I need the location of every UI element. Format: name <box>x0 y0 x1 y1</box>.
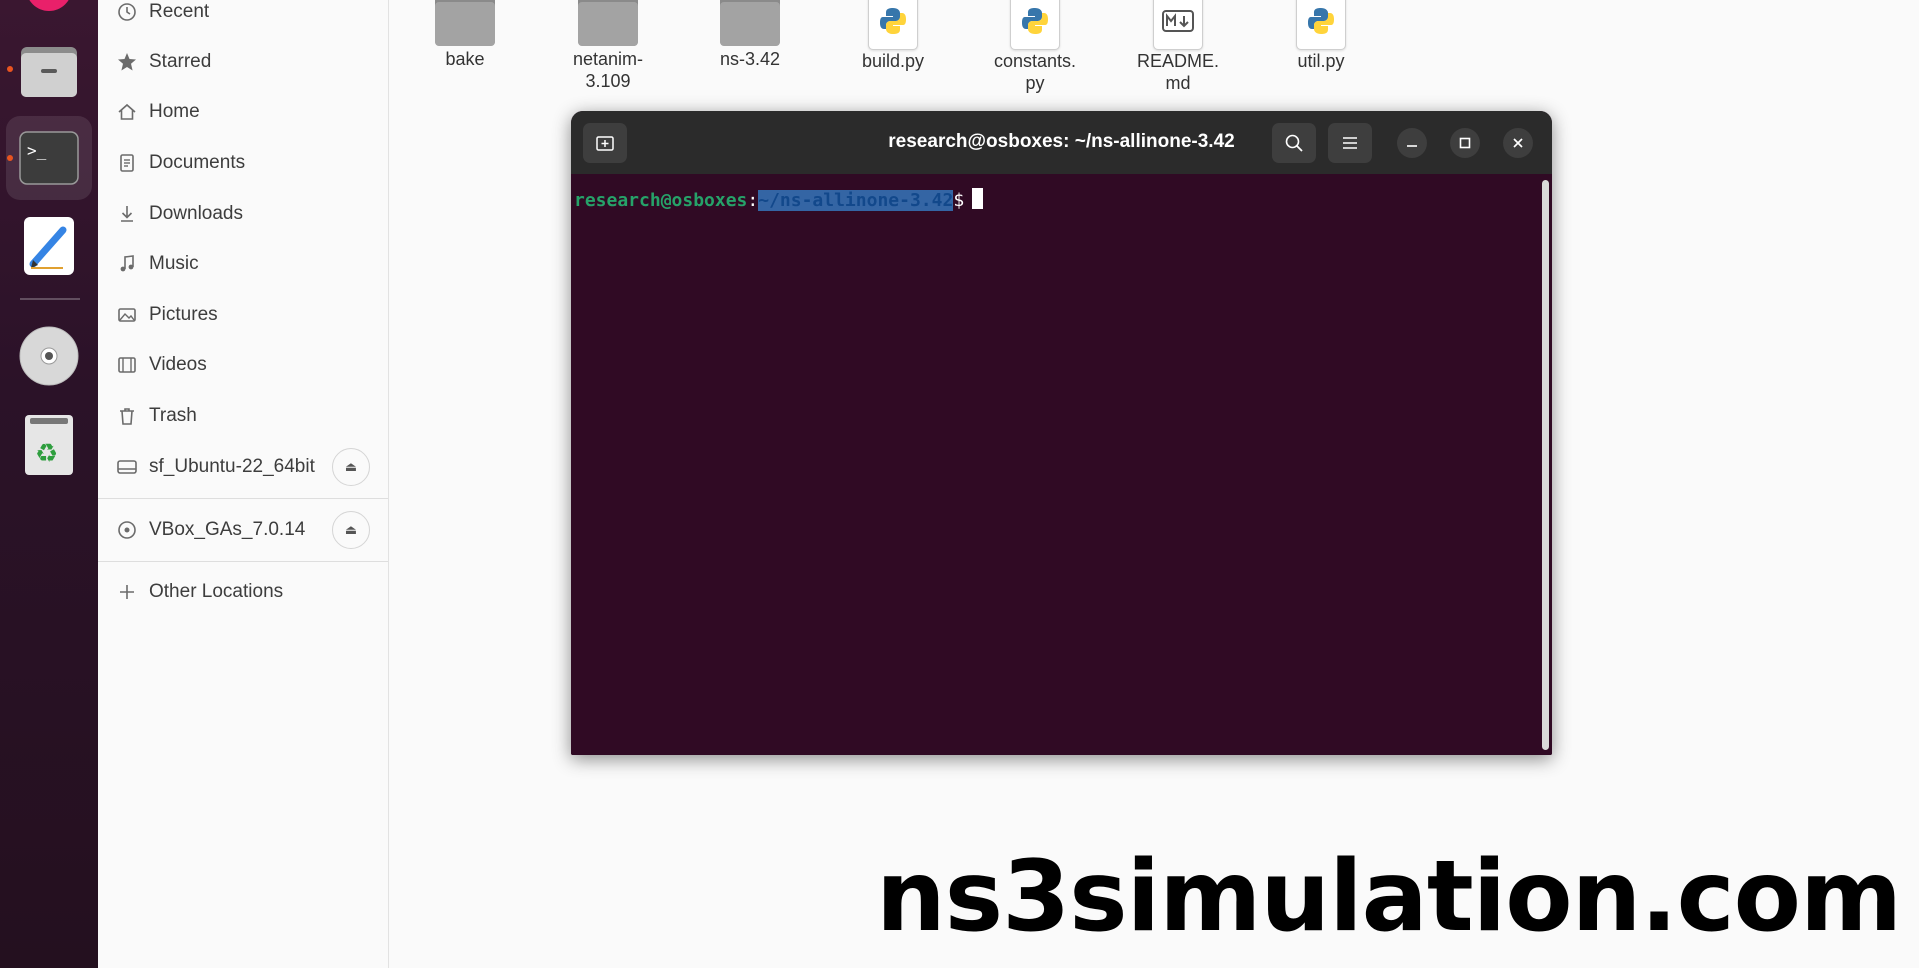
close-button[interactable] <box>1503 128 1533 158</box>
file-item-bake[interactable]: bake <box>405 0 525 70</box>
trash-dock-icon[interactable]: ♻ <box>0 412 98 478</box>
folder-icon <box>577 0 639 48</box>
file-item-util-py[interactable]: util.py <box>1261 0 1381 72</box>
sidebar-item-documents[interactable]: Documents <box>98 141 388 185</box>
file-name: netanim- 3.109 <box>572 49 644 91</box>
text-cursor <box>972 188 984 209</box>
file-item-ns3[interactable]: ns-3.42 <box>690 0 810 70</box>
sidebar-item-recent[interactable]: Recent <box>98 0 388 34</box>
terminal-output[interactable]: research@osboxes:~/ns-allinone-3.42$ <box>571 174 1552 755</box>
minimize-button[interactable] <box>1397 128 1427 158</box>
search-icon <box>1285 134 1303 152</box>
sidebar-item-vbox-cd[interactable]: VBox_GAs_7.0.14 ⏏ <box>98 508 388 552</box>
picture-icon <box>116 304 138 326</box>
sidebar-item-music[interactable]: Music <box>98 242 388 286</box>
markdown-file-icon <box>1153 0 1203 50</box>
sidebar-item-label: Downloads <box>149 203 243 224</box>
plus-icon <box>116 581 138 603</box>
prompt-dollar: $ <box>953 190 965 211</box>
files-sidebar: Recent Starred Home Documents Downloads … <box>98 0 389 968</box>
sidebar-item-label: Recent <box>149 1 210 22</box>
eject-button[interactable]: ⏏ <box>332 511 370 549</box>
sidebar-item-home[interactable]: Home <box>98 90 388 134</box>
text-editor-icon[interactable] <box>0 214 98 278</box>
shell-prompt: research@osboxes:~/ns-allinone-3.42$ <box>574 188 984 211</box>
sidebar-item-starred[interactable]: Starred <box>98 40 388 84</box>
prompt-user: research@osboxes <box>574 190 748 211</box>
watermark-text: ns3simulation.com <box>876 840 1902 954</box>
file-name: ns-3.42 <box>719 49 781 69</box>
sidebar-item-label: Videos <box>149 354 207 375</box>
dock-separator <box>20 298 80 300</box>
file-item-netanim[interactable]: netanim- 3.109 <box>548 0 668 92</box>
video-icon <box>116 354 138 376</box>
file-name: build.py <box>861 51 925 71</box>
minimize-icon <box>1407 145 1417 147</box>
file-name: util.py <box>1297 51 1345 71</box>
document-icon <box>116 152 138 174</box>
sidebar-separator <box>98 561 388 562</box>
sidebar-item-label: Trash <box>149 405 197 426</box>
file-item-readme[interactable]: README. md <box>1118 0 1238 94</box>
sidebar-item-shared-folder[interactable]: sf_Ubuntu-22_64bit ⏏ <box>98 445 388 489</box>
terminal-scrollbar[interactable] <box>1542 180 1549 750</box>
prompt-path: ~/ns-allinone-3.42 <box>758 190 954 211</box>
folder-icon <box>434 0 496 48</box>
app-center-icon[interactable] <box>0 0 98 12</box>
sidebar-item-downloads[interactable]: Downloads <box>98 192 388 236</box>
sidebar-separator <box>98 498 388 499</box>
python-file-icon <box>1296 0 1346 50</box>
drive-icon <box>116 456 138 478</box>
music-icon <box>116 253 138 275</box>
eject-icon: ⏏ <box>344 522 358 537</box>
sidebar-item-label: Music <box>149 253 199 274</box>
sidebar-item-videos[interactable]: Videos <box>98 343 388 387</box>
trash-icon <box>116 405 138 427</box>
file-name: constants. py <box>993 51 1077 93</box>
dock: >_ ♻ <box>0 0 98 968</box>
file-item-build-py[interactable]: build.py <box>833 0 953 72</box>
file-name: bake <box>445 49 485 69</box>
sidebar-item-label: VBox_GAs_7.0.14 <box>149 519 306 540</box>
files-app-icon[interactable] <box>0 40 98 102</box>
hamburger-menu-icon <box>1343 137 1357 149</box>
terminal-titlebar[interactable]: research@osboxes: ~/ns-allinone-3.42 <box>571 111 1552 174</box>
svg-text:>_: >_ <box>27 141 47 160</box>
sidebar-item-label: Documents <box>149 152 246 173</box>
folder-icon <box>719 0 781 48</box>
star-icon <box>116 51 138 73</box>
close-icon <box>1513 138 1523 148</box>
python-file-icon <box>1010 0 1060 50</box>
sidebar-item-label: Other Locations <box>149 581 284 602</box>
eject-button[interactable]: ⏏ <box>332 448 370 486</box>
sidebar-item-pictures[interactable]: Pictures <box>98 293 388 337</box>
disc-icon <box>116 519 138 541</box>
sidebar-item-label: Home <box>149 101 200 122</box>
terminal-app-icon[interactable]: >_ <box>0 126 98 190</box>
terminal-window[interactable]: research@osboxes: ~/ns-allinone-3.42 res… <box>571 111 1552 755</box>
sidebar-item-label: sf_Ubuntu-22_64bit <box>149 456 315 477</box>
home-icon <box>116 101 138 123</box>
sidebar-item-label: Starred <box>149 51 212 72</box>
prompt-colon: : <box>747 190 759 211</box>
sidebar-item-label: Pictures <box>149 304 218 325</box>
clock-icon <box>116 1 138 23</box>
file-name: README. md <box>1136 51 1219 93</box>
maximize-icon <box>1459 137 1471 149</box>
file-item-constants-py[interactable]: constants. py <box>975 0 1095 94</box>
cd-drive-icon[interactable] <box>0 324 98 388</box>
eject-icon: ⏏ <box>344 459 358 474</box>
svg-text:♻: ♻ <box>35 439 58 469</box>
sidebar-item-other-locations[interactable]: Other Locations <box>98 570 388 614</box>
menu-button[interactable] <box>1328 123 1372 163</box>
sidebar-item-trash[interactable]: Trash <box>98 394 388 438</box>
maximize-button[interactable] <box>1450 128 1480 158</box>
search-button[interactable] <box>1272 123 1316 163</box>
download-icon <box>116 203 138 225</box>
python-file-icon <box>868 0 918 50</box>
